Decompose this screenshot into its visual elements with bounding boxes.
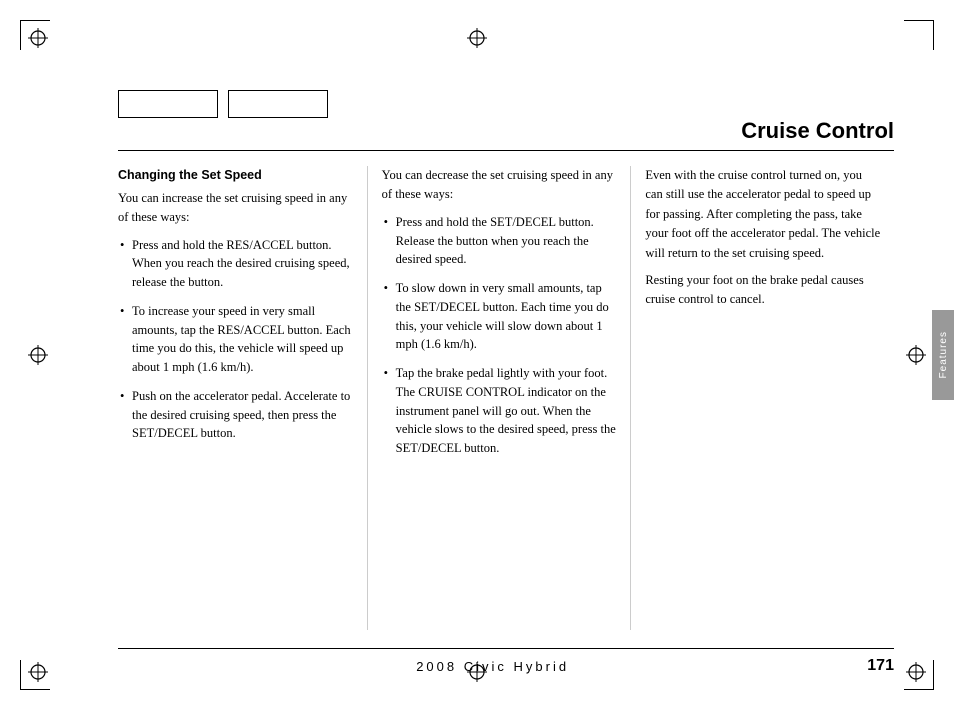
tab-box-1 bbox=[118, 90, 218, 118]
corner-mark-tr bbox=[904, 20, 934, 50]
page: Cruise Control Features Changing the Set… bbox=[0, 0, 954, 710]
section-title: Changing the Set Speed bbox=[118, 166, 355, 185]
side-tab: Features bbox=[932, 310, 954, 400]
col3-para1: Even with the cruise control turned on, … bbox=[645, 166, 882, 263]
col2-bullet-3: Tap the brake pedal lightly with your fo… bbox=[382, 364, 619, 458]
col1-intro: You can increase the set cruising speed … bbox=[118, 189, 355, 228]
reg-mark-bl bbox=[28, 662, 48, 682]
footer-model: 2008 Civic Hybrid bbox=[416, 659, 569, 674]
col1-bullet-2: To increase your speed in very small amo… bbox=[118, 302, 355, 377]
footer-page-number: 171 bbox=[867, 657, 894, 675]
reg-mark-tc bbox=[467, 28, 487, 48]
col2-intro: You can decrease the set cruising speed … bbox=[382, 166, 619, 205]
reg-mark-tl bbox=[28, 28, 48, 48]
col2-bullet-1: Press and hold the SET/DECEL button. Rel… bbox=[382, 213, 619, 269]
title-section: Cruise Control bbox=[118, 118, 894, 151]
col3-para2: Resting your foot on the brake pedal cau… bbox=[645, 271, 882, 310]
side-tab-label: Features bbox=[938, 331, 949, 378]
col2-bullet-2: To slow down in very small amounts, tap … bbox=[382, 279, 619, 354]
col1-bullets: Press and hold the RES/ACCEL button. Whe… bbox=[118, 236, 355, 444]
reg-mark-ml bbox=[28, 345, 48, 365]
column-3: Even with the cruise control turned on, … bbox=[630, 166, 894, 630]
reg-mark-mr bbox=[906, 345, 926, 365]
content-area: Changing the Set Speed You can increase … bbox=[118, 166, 894, 630]
tab-boxes bbox=[118, 90, 328, 118]
column-1: Changing the Set Speed You can increase … bbox=[118, 166, 367, 630]
page-title: Cruise Control bbox=[118, 118, 894, 151]
footer: 2008 Civic Hybrid 171 bbox=[118, 648, 894, 675]
tab-box-2 bbox=[228, 90, 328, 118]
col2-bullets: Press and hold the SET/DECEL button. Rel… bbox=[382, 213, 619, 458]
col1-bullet-3: Push on the accelerator pedal. Accelerat… bbox=[118, 387, 355, 443]
column-2: You can decrease the set cruising speed … bbox=[367, 166, 631, 630]
reg-mark-br bbox=[906, 662, 926, 682]
col1-bullet-1: Press and hold the RES/ACCEL button. Whe… bbox=[118, 236, 355, 292]
